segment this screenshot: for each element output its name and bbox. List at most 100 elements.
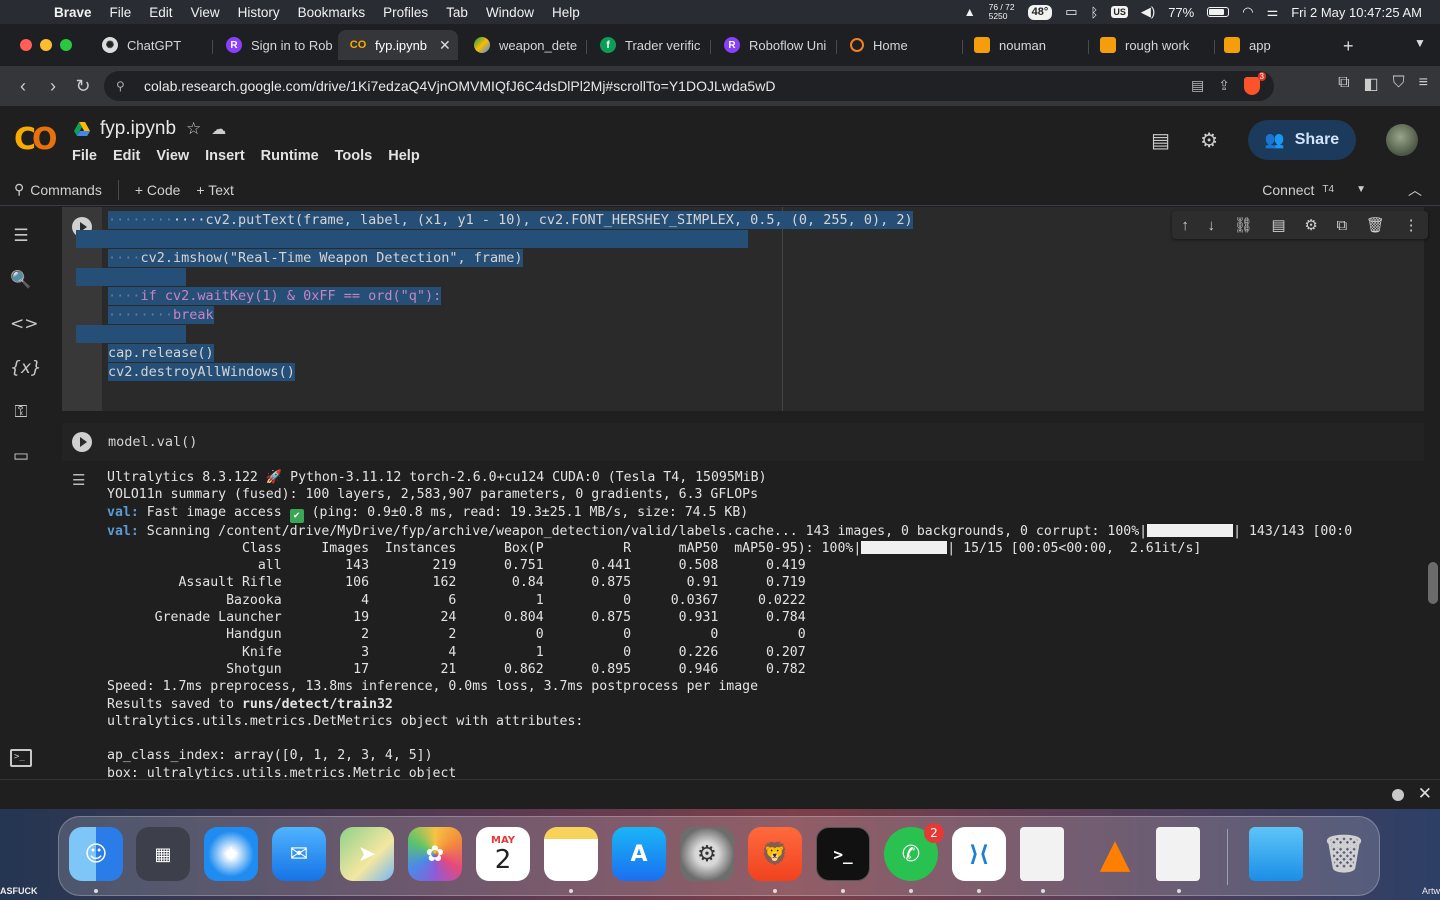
document-icon[interactable]	[1020, 827, 1064, 881]
tab-rough-work[interactable]: rough work	[1088, 30, 1212, 60]
avatar[interactable]	[1386, 124, 1418, 156]
notebook-name[interactable]: fyp.ipynb	[100, 118, 176, 140]
colab-menu-insert[interactable]: Insert	[205, 148, 245, 164]
settings-gear-icon[interactable]: ⚙	[1200, 128, 1218, 153]
tab-fyp-ipynb[interactable]: CO fyp.ipynb ✕	[338, 30, 458, 60]
brave-shields-icon[interactable]	[1244, 72, 1267, 95]
downloads-folder-icon[interactable]	[1249, 827, 1303, 881]
menu-profiles[interactable]: Profiles	[383, 5, 428, 20]
move-cell-down-icon[interactable]: ↓	[1208, 217, 1216, 234]
clock[interactable]: Fri 2 May 10:47:25 AM	[1291, 5, 1422, 20]
mail-icon[interactable]: ✉	[272, 827, 326, 881]
close-tab-icon[interactable]: ✕	[439, 37, 451, 54]
code-line[interactable]	[76, 268, 186, 286]
star-icon[interactable]: ☆	[186, 119, 201, 139]
colab-menu-runtime[interactable]: Runtime	[261, 148, 319, 164]
maps-icon[interactable]: ➤	[340, 827, 394, 881]
tab-app[interactable]: app	[1212, 30, 1332, 60]
notes-icon[interactable]	[544, 827, 598, 881]
cell-settings-icon[interactable]: ⚙	[1304, 216, 1317, 234]
extensions-icon[interactable]: ⧉	[1338, 74, 1349, 94]
table-of-contents-icon[interactable]: ☰	[10, 225, 32, 247]
tab-weapon-detection[interactable]: weapon_dete	[462, 30, 582, 60]
commands-button[interactable]: ⚲ Commands	[14, 181, 102, 198]
mirror-cell-icon[interactable]: ⧉	[1336, 217, 1347, 234]
colab-menu-edit[interactable]: Edit	[113, 148, 140, 164]
tab-home[interactable]: Home	[838, 30, 960, 60]
collapse-header-chevron-icon[interactable]: ︿	[1408, 180, 1422, 200]
variables-icon[interactable]: {x}	[10, 357, 42, 379]
whatsapp-icon[interactable]: ✆ 2	[884, 823, 944, 881]
code-snippets-icon[interactable]: <>	[10, 313, 39, 335]
bluetooth-icon[interactable]: ᛒ	[1091, 5, 1099, 20]
system-settings-icon[interactable]: ⚙	[680, 827, 734, 881]
reader-mode-icon[interactable]: ▤	[1191, 77, 1204, 95]
new-tab-button[interactable]: +	[1343, 36, 1354, 57]
menu-help[interactable]: Help	[552, 5, 580, 20]
scrollbar[interactable]	[1428, 562, 1438, 604]
tab-nouman[interactable]: nouman	[962, 30, 1086, 60]
colab-menu-help[interactable]: Help	[388, 148, 419, 164]
files-folder-icon[interactable]: ▭	[10, 445, 32, 467]
link-to-cell-icon[interactable]: ⛓	[1234, 216, 1253, 234]
zoom-window-button[interactable]	[60, 39, 72, 51]
vscode-icon[interactable]: ⟩⟨	[952, 827, 1006, 881]
colab-menu-view[interactable]: View	[156, 148, 189, 164]
terminal-app-icon[interactable]: >_	[816, 827, 870, 881]
wifi-icon[interactable]: ◠	[1242, 4, 1253, 20]
code-cell[interactable]: ············cv2.putText(frame, label, (x…	[62, 207, 1428, 411]
run-cell-button[interactable]	[72, 432, 92, 452]
menu-edit[interactable]: Edit	[149, 5, 172, 20]
code-line[interactable]: cap.release()	[108, 344, 214, 362]
vlc-status-icon[interactable]: ▲	[964, 5, 976, 19]
tab-trader-verification[interactable]: f Trader verific	[588, 30, 708, 60]
app-store-icon[interactable]: A	[612, 827, 666, 881]
share-page-icon[interactable]: ⇪	[1218, 77, 1230, 95]
minimize-window-button[interactable]	[40, 39, 52, 51]
comments-icon[interactable]: ▤	[1151, 128, 1170, 153]
tab-roboflow-signin[interactable]: R Sign in to Rob	[214, 30, 334, 60]
add-comment-icon[interactable]: ▤	[1271, 216, 1285, 234]
control-center-icon[interactable]: ⚌	[1267, 4, 1279, 20]
menu-file[interactable]: File	[110, 5, 132, 20]
tab-roboflow-universe[interactable]: R Roboflow Uni	[712, 30, 834, 60]
finder-icon[interactable]: ☺	[69, 827, 123, 881]
code-line[interactable]	[76, 230, 748, 248]
find-replace-icon[interactable]: 🔍	[10, 269, 32, 291]
battery-icon[interactable]	[1207, 7, 1230, 17]
move-cell-up-icon[interactable]: ↑	[1181, 217, 1189, 234]
share-button[interactable]: 👥 Share	[1248, 120, 1356, 160]
menu-bookmarks[interactable]: Bookmarks	[298, 5, 366, 20]
menu-history[interactable]: History	[238, 5, 280, 20]
sidebar-toggle-icon[interactable]: ◧	[1364, 74, 1379, 94]
trash-icon[interactable]: 🗑	[1317, 827, 1371, 881]
launchpad-icon[interactable]: ▦	[136, 827, 190, 881]
code-line[interactable]	[76, 325, 186, 343]
add-code-cell-button[interactable]: + Code	[135, 182, 181, 198]
reload-button[interactable]: ↻	[68, 76, 98, 97]
tab-search-chevron-icon[interactable]: ▼	[1414, 36, 1426, 50]
screen-mirror-icon[interactable]: ▭	[1065, 4, 1077, 20]
site-settings-icon[interactable]: ⚲	[116, 79, 132, 93]
colab-menu-file[interactable]: File	[72, 148, 97, 164]
menu-tab[interactable]: Tab	[446, 5, 468, 20]
close-window-button[interactable]	[20, 39, 32, 51]
document-icon[interactable]	[1156, 827, 1200, 881]
delete-cell-icon[interactable]: 🗑	[1366, 216, 1385, 234]
code-text[interactable]: model.val()	[108, 433, 197, 451]
colab-logo-icon[interactable]: CO	[14, 122, 57, 157]
calendar-icon[interactable]: MAY 2	[476, 827, 530, 881]
add-text-cell-button[interactable]: + Text	[196, 182, 234, 198]
cloud-saved-icon[interactable]: ☁	[211, 120, 226, 138]
runtime-status-dot[interactable]	[1392, 789, 1404, 801]
terminal-icon[interactable]: >_	[10, 749, 32, 767]
menu-window[interactable]: Window	[486, 5, 534, 20]
close-icon[interactable]: ✕	[1418, 784, 1432, 804]
code-line[interactable]: ········break	[108, 306, 214, 324]
forward-button[interactable]: ›	[38, 76, 68, 97]
secrets-key-icon[interactable]: ⚿	[10, 401, 32, 423]
connect-runtime-button[interactable]: Connect T4 ▼	[1262, 182, 1366, 198]
code-line[interactable]: cv2.destroyAllWindows()	[108, 363, 295, 381]
output-actions-icon[interactable]: ☰	[72, 471, 85, 489]
tab-chatgpt[interactable]: ✺ ChatGPT	[90, 30, 210, 60]
